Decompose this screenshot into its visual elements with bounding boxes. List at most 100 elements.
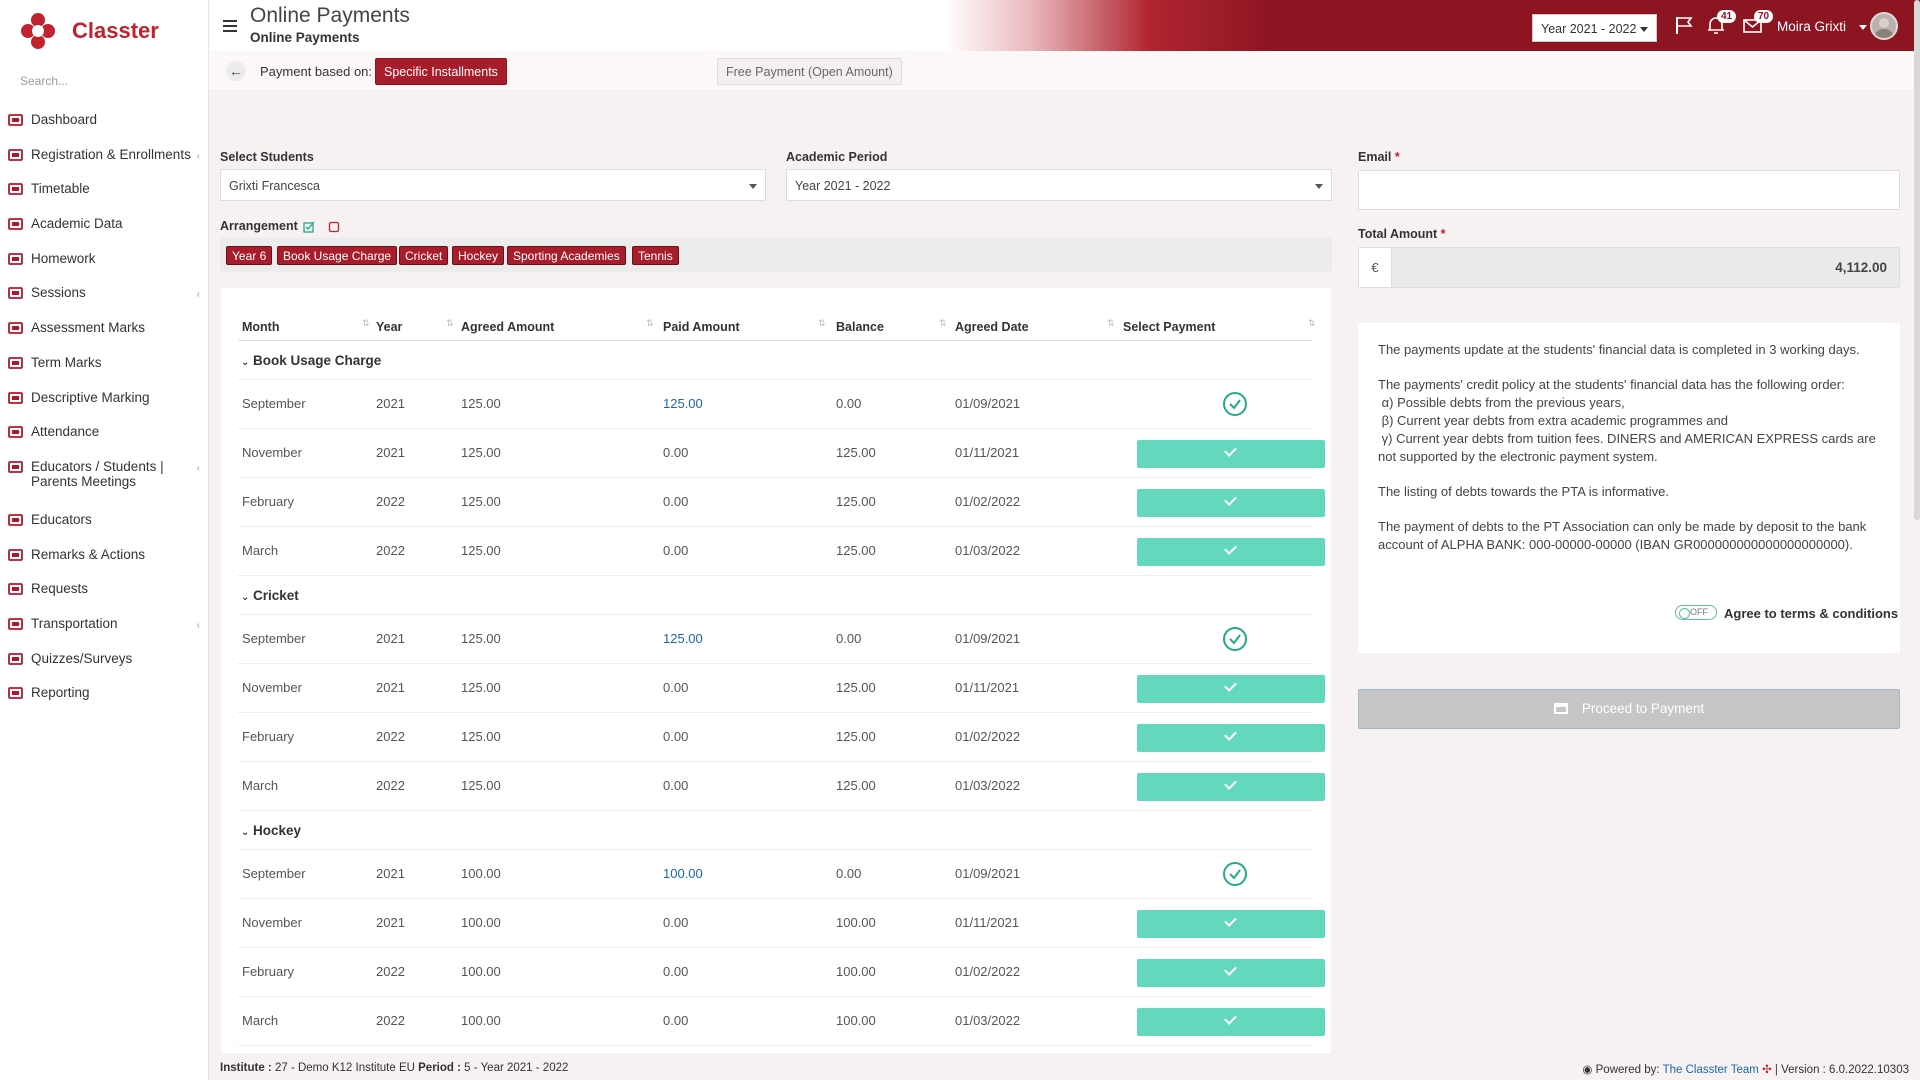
year-select[interactable]: Year 2021 - 2022 (1532, 14, 1657, 42)
sort-icon[interactable]: ⇅ (1308, 318, 1316, 329)
col-paid-amount[interactable]: Paid Amount (663, 320, 740, 334)
sidebar-item-sessions[interactable]: Sessions ‹ (0, 277, 208, 312)
tag-book-usage-charge[interactable]: Book Usage Charge (277, 246, 398, 265)
tag-cricket[interactable]: Cricket (399, 246, 449, 265)
col-agreed-date[interactable]: Agreed Date (955, 320, 1029, 334)
tag-year-6[interactable]: Year 6 (226, 246, 273, 265)
agree-terms-label[interactable]: Agree to terms & conditions (1724, 605, 1898, 623)
cell-paid[interactable]: 125.00 (663, 631, 703, 646)
proceed-to-payment-button[interactable]: Proceed to Payment (1358, 689, 1900, 729)
cell-agreed: 100.00 (461, 1013, 501, 1028)
sort-icon[interactable]: ⇅ (646, 318, 654, 329)
col-year[interactable]: Year (376, 320, 402, 334)
sidebar-search-input[interactable]: Search... (20, 74, 208, 90)
email-field[interactable] (1358, 170, 1900, 210)
classter-team-link[interactable]: The Classter Team (1663, 1064, 1759, 1076)
calendar-icon (8, 183, 23, 196)
cell-paid: 0.00 (663, 680, 689, 695)
table-row: September 2021 100.00 100.00 0.00 01/09/2021 (238, 850, 1312, 899)
sidebar-item-dashboard[interactable]: Dashboard (0, 104, 208, 139)
students-select[interactable]: Grixti Francesca (220, 169, 766, 201)
bell-icon[interactable]: 41 (1705, 10, 1737, 35)
chevron-left-icon[interactable]: ‹ (197, 463, 200, 474)
academic-period-label: Academic Period (786, 150, 888, 164)
academic-period-select[interactable]: Year 2021 - 2022 (786, 169, 1332, 201)
sort-icon[interactable]: ⇅ (818, 318, 826, 329)
select-payment-button[interactable] (1137, 910, 1325, 938)
email-label: Email * (1358, 150, 1400, 164)
sidebar-item-quizzes-surveys[interactable]: Quizzes/Surveys (0, 643, 208, 678)
check-icon (1224, 728, 1237, 741)
select-payment-button[interactable] (1137, 538, 1325, 566)
col-select-payment[interactable]: Select Payment (1123, 320, 1215, 334)
users-icon (8, 287, 23, 300)
sidebar-item-label: Reporting (31, 685, 90, 701)
sidebar-item-attendance[interactable]: Attendance (0, 416, 208, 451)
select-payment-button[interactable] (1137, 440, 1325, 468)
group-header[interactable]: ⌄ Cricket (238, 576, 1312, 615)
sort-icon[interactable]: ⇅ (446, 318, 454, 329)
menu-toggle-icon[interactable] (223, 20, 237, 32)
user-menu-chevron-icon[interactable] (1859, 25, 1867, 30)
cell-month: March (242, 1013, 279, 1028)
sidebar-item-assessment-marks[interactable]: Assessment Marks (0, 312, 208, 347)
page-scrollbar[interactable] (1914, 0, 1920, 520)
col-month[interactable]: Month (242, 320, 279, 334)
sort-icon[interactable]: ⇅ (939, 318, 947, 329)
sidebar-item-transportation[interactable]: Transportation ‹ (0, 608, 208, 643)
tab-free-payment[interactable]: Free Payment (Open Amount) (717, 58, 902, 85)
chevron-left-icon[interactable]: ‹ (197, 151, 200, 162)
select-payment-button[interactable] (1137, 724, 1325, 752)
sort-icon[interactable]: ⇅ (1107, 318, 1115, 329)
avatar[interactable] (1870, 12, 1898, 40)
select-payment-button[interactable] (1137, 773, 1325, 801)
cell-paid[interactable]: 125.00 (663, 396, 703, 411)
chevron-left-icon[interactable]: ‹ (197, 620, 200, 631)
col-balance[interactable]: Balance (836, 320, 884, 334)
chevron-down-icon (749, 184, 757, 189)
cell-month: February (242, 964, 295, 979)
chevron-down-icon[interactable]: ⌄ (241, 827, 249, 838)
tab-specific-installments[interactable]: Specific Installments (375, 58, 507, 85)
user-data-icon (8, 218, 23, 230)
terms-toggle[interactable]: OFF (1675, 605, 1717, 620)
chevron-down-icon[interactable]: ⌄ (241, 592, 249, 603)
tag-sporting-academies[interactable]: Sporting Academies (507, 246, 626, 265)
back-arrow-icon[interactable]: ← (226, 61, 246, 81)
sidebar-item-educators[interactable]: Educators (0, 504, 208, 539)
tag-hockey[interactable]: Hockey (452, 246, 505, 265)
paid-check-circle-icon (1223, 627, 1247, 651)
deselect-all-icon[interactable] (328, 221, 340, 233)
col-agreed-amount[interactable]: Agreed Amount (461, 320, 554, 334)
sidebar-item-registration-enrollments[interactable]: Registration & Enrollments ‹ (0, 139, 208, 174)
select-payment-button[interactable] (1137, 1008, 1325, 1036)
chevron-down-icon[interactable]: ⌄ (241, 357, 249, 368)
pencil-square-icon (8, 391, 23, 404)
tag-tennis[interactable]: Tennis (632, 246, 679, 265)
select-all-icon[interactable] (303, 221, 315, 233)
sidebar-item-academic-data[interactable]: Academic Data (0, 208, 208, 243)
sidebar-item-reporting[interactable]: Reporting (0, 677, 208, 712)
sidebar-nav: Dashboard Registration & Enrollments ‹ Time… (0, 104, 208, 712)
select-payment-button[interactable] (1137, 675, 1325, 703)
flag-icon[interactable] (1674, 15, 1696, 35)
sidebar-item-homework[interactable]: Homework (0, 243, 208, 278)
chevron-left-icon[interactable]: ‹ (197, 289, 200, 300)
sidebar-item-remarks-actions[interactable]: Remarks & Actions (0, 539, 208, 574)
sidebar-item-timetable[interactable]: Timetable (0, 173, 208, 208)
group-header[interactable]: ⌄ Hockey (238, 811, 1312, 850)
cell-paid[interactable]: 100.00 (663, 866, 703, 881)
sidebar-item-requests[interactable]: Requests (0, 573, 208, 608)
user-name[interactable]: Moira Grixti (1777, 19, 1846, 34)
envelope-icon[interactable]: 70 (1742, 10, 1774, 35)
sidebar-item-descriptive-marking[interactable]: Descriptive Marking (0, 382, 208, 417)
sort-icon[interactable]: ⇅ (362, 318, 370, 329)
select-payment-button[interactable] (1137, 489, 1325, 517)
group-header[interactable]: ⌄ Book Usage Charge (238, 341, 1312, 380)
select-payment-button[interactable] (1137, 959, 1325, 987)
sidebar-item-educators-students-parents-meetings[interactable]: Educators / Students | Parents Meetings ‹ (0, 451, 208, 504)
students-select-value: Grixti Francesca (229, 179, 320, 193)
sidebar-item-term-marks[interactable]: Term Marks (0, 347, 208, 382)
cell-agreed: 100.00 (461, 866, 501, 881)
logo[interactable]: Classter (0, 0, 208, 62)
